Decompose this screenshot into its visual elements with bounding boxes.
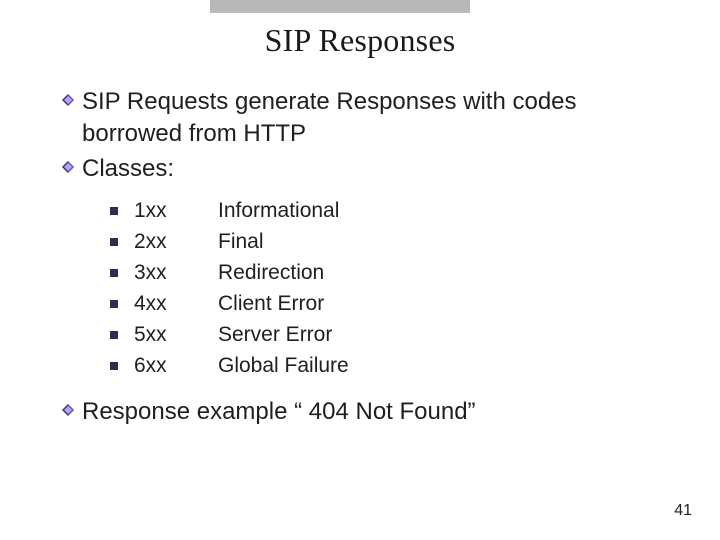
list-item: 5xx Server Error [110,323,680,347]
slide-body: SIP Requests generate Responses with cod… [62,86,680,431]
bullet-item: Response example “ 404 Not Found” [62,396,680,428]
bullet-text: Response example “ 404 Not Found” [82,396,476,428]
list-item: 4xx Client Error [110,292,680,316]
list-item: 2xx Final [110,230,680,254]
bullet-text: SIP Requests generate Responses with cod… [82,86,680,151]
bullet-text: Classes: [82,153,174,185]
square-bullet-icon [110,207,118,215]
class-code: 4xx [134,292,218,316]
square-bullet-icon [110,269,118,277]
sub-list: 1xx Informational 2xx Final 3xx Redirect… [110,199,680,378]
page-number: 41 [674,502,692,520]
list-item: 1xx Informational [110,199,680,223]
list-item: 3xx Redirection [110,261,680,285]
slide: SIP Responses SIP Requests generate Resp… [0,0,720,540]
class-code: 2xx [134,230,218,254]
class-code: 6xx [134,354,218,378]
class-code: 3xx [134,261,218,285]
square-bullet-icon [110,362,118,370]
class-desc: Global Failure [218,354,349,378]
diamond-bullet-icon [62,94,74,106]
class-desc: Server Error [218,323,332,347]
slide-title: SIP Responses [0,22,720,59]
square-bullet-icon [110,300,118,308]
bullet-item: SIP Requests generate Responses with cod… [62,86,680,151]
square-bullet-icon [110,238,118,246]
top-bar-decoration [210,0,470,12]
diamond-bullet-icon [62,161,74,173]
class-code: 1xx [134,199,218,223]
diamond-bullet-icon [62,404,74,416]
class-desc: Final [218,230,264,254]
class-code: 5xx [134,323,218,347]
list-item: 6xx Global Failure [110,354,680,378]
bullet-item: Classes: [62,153,680,185]
class-desc: Redirection [218,261,324,285]
class-desc: Client Error [218,292,324,316]
class-desc: Informational [218,199,339,223]
square-bullet-icon [110,331,118,339]
